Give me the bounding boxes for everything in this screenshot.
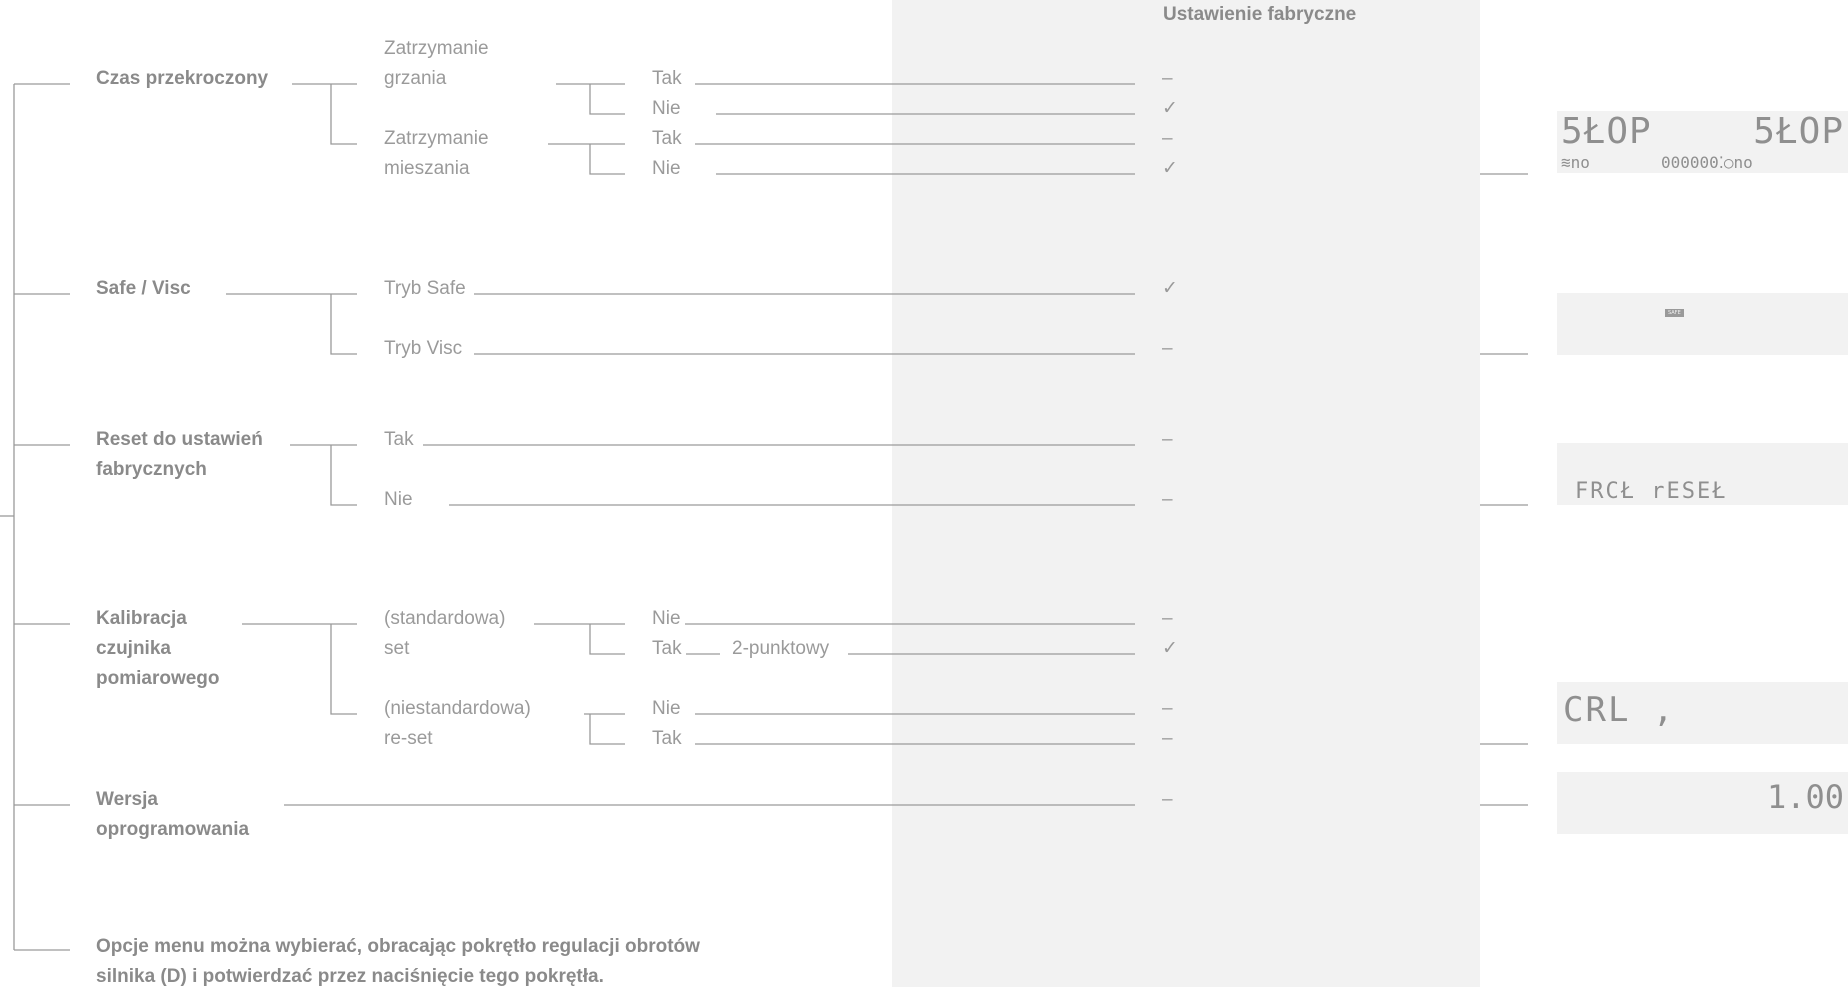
calibration-display: CRL , bbox=[1557, 682, 1848, 744]
reset-title-2: fabrycznych bbox=[96, 459, 207, 480]
factory-value-check: ✓ bbox=[1162, 158, 1178, 179]
stop-stirring-label-2: mieszania bbox=[384, 158, 470, 179]
factory-value-check: ✓ bbox=[1162, 278, 1178, 299]
standard-label-2: set bbox=[384, 638, 410, 659]
factory-value: – bbox=[1162, 698, 1173, 719]
factory-value: – bbox=[1162, 68, 1173, 89]
factory-value: – bbox=[1162, 789, 1173, 810]
option-nie: Nie bbox=[652, 158, 681, 179]
option-nie: Nie bbox=[652, 698, 681, 719]
stop-heating-label: Zatrzymanie bbox=[384, 38, 489, 59]
option-tak: Tak bbox=[652, 638, 682, 659]
reset-title: Reset do ustawień bbox=[96, 429, 263, 450]
version-title: Wersja bbox=[96, 789, 158, 810]
option-nie: Nie bbox=[384, 489, 413, 510]
option-tak: Tak bbox=[652, 68, 682, 89]
calibration-display-text: CRL , bbox=[1563, 690, 1676, 730]
calibration-title-3: pomiarowego bbox=[96, 668, 220, 689]
footer-note: Opcje menu można wybierać, obracając pok… bbox=[96, 932, 816, 992]
standard-label: (standardowa) bbox=[384, 608, 506, 629]
heating-off-indicator: ≋no bbox=[1561, 153, 1590, 172]
safe-mode-option: Tryb Safe bbox=[384, 278, 466, 299]
safe-indicator: SAFE bbox=[1665, 309, 1684, 317]
stirring-off-indicator: 000000⁚○no bbox=[1661, 153, 1753, 172]
safe-visc-title: Safe / Visc bbox=[96, 278, 191, 299]
calibration-title-2: czujnika bbox=[96, 638, 171, 659]
footer-line-2: silnika (D) i potwierdzać przez naciśnię… bbox=[96, 966, 604, 987]
footer-line-1: Opcje menu można wybierać, obracając pok… bbox=[96, 936, 700, 957]
factory-value-check: ✓ bbox=[1162, 638, 1178, 659]
stop-display-right: 5ŁOP bbox=[1753, 111, 1844, 152]
version-display: 1.00 bbox=[1557, 772, 1848, 834]
reset-display: FRCŁ rESEŁ bbox=[1557, 443, 1848, 505]
calibration-title: Kalibracja bbox=[96, 608, 187, 629]
factory-value: – bbox=[1162, 489, 1173, 510]
factory-value: – bbox=[1162, 128, 1173, 149]
stop-heating-label-2: grzania bbox=[384, 68, 447, 89]
stop-display-left: 5ŁOP bbox=[1561, 111, 1652, 152]
version-display-text: 1.00 bbox=[1766, 778, 1844, 816]
visc-mode-option: Tryb Visc bbox=[384, 338, 463, 359]
stop-display: 5ŁOP 5ŁOP ≋no 000000⁚○no bbox=[1557, 111, 1848, 173]
factory-value: – bbox=[1162, 338, 1173, 359]
factory-value: – bbox=[1162, 429, 1173, 450]
stop-stirring-label: Zatrzymanie bbox=[384, 128, 489, 149]
safe-display: SAFE bbox=[1557, 293, 1848, 355]
option-nie: Nie bbox=[652, 608, 681, 629]
nonstandard-label: (niestandardowa) bbox=[384, 698, 531, 719]
factory-value: – bbox=[1162, 728, 1173, 749]
option-nie: Nie bbox=[652, 98, 681, 119]
option-tak: Tak bbox=[384, 429, 414, 450]
version-title-2: oprogramowania bbox=[96, 819, 250, 840]
option-tak: Tak bbox=[652, 128, 682, 149]
factory-setting-header: Ustawienie fabryczne bbox=[1163, 4, 1357, 25]
factory-value: – bbox=[1162, 608, 1173, 629]
nonstandard-label-2: re-set bbox=[384, 728, 433, 749]
two-point-label: 2-punktowy bbox=[732, 638, 830, 659]
reset-display-text: FRCŁ rESEŁ bbox=[1575, 479, 1728, 504]
factory-value-check: ✓ bbox=[1162, 98, 1178, 119]
option-tak: Tak bbox=[652, 728, 682, 749]
timeout-title: Czas przekroczony bbox=[96, 68, 269, 89]
